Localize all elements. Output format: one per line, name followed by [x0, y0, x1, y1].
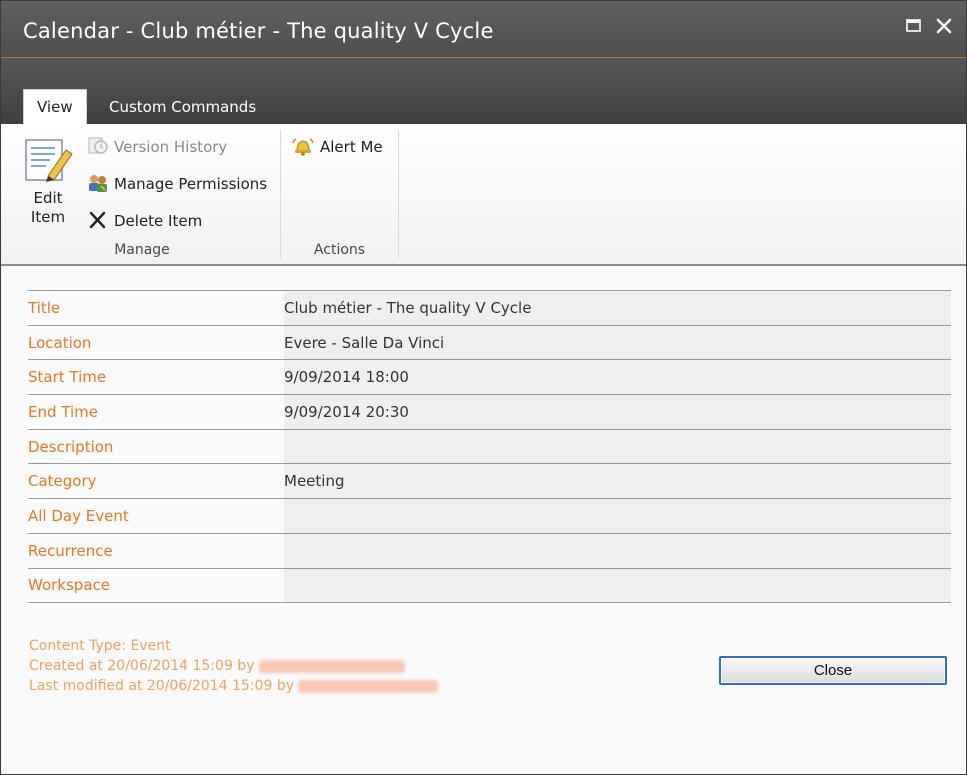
close-icon[interactable] [935, 17, 953, 35]
table-row: Category Meeting [28, 463, 951, 500]
ribbon: Edit Item Version History Manage Permiss… [1, 124, 966, 266]
item-dialog: Calendar - Club métier - The quality V C… [0, 0, 967, 775]
table-row: Title Club métier - The quality V Cycle [28, 290, 951, 326]
manage-permissions-button[interactable]: Manage Permissions [87, 173, 267, 195]
field-value [284, 498, 951, 534]
table-row: Description [28, 429, 951, 465]
field-label: End Time [28, 394, 284, 430]
field-label: Description [28, 429, 284, 465]
maximize-icon[interactable] [905, 17, 923, 35]
redacted-editor [298, 679, 439, 693]
manage-permissions-icon [89, 174, 107, 192]
table-row: Recurrence [28, 533, 951, 569]
edit-item-button[interactable]: Edit Item [19, 136, 77, 226]
field-value: Club métier - The quality V Cycle [284, 290, 951, 326]
delete-icon [89, 211, 106, 228]
field-value: 9/09/2014 20:30 [284, 394, 951, 430]
field-label: Title [28, 290, 284, 326]
ribbon-tab-bar: View Custom Commands [1, 58, 966, 124]
table-row: Location Evere - Salle Da Vinci [28, 325, 951, 361]
edit-item-label-line2: Item [30, 208, 66, 226]
field-label: Category [28, 463, 284, 500]
field-value: Meeting [284, 463, 951, 500]
edit-item-icon [25, 139, 73, 182]
properties-table: Title Club métier - The quality V Cycle … [28, 290, 951, 604]
created-text: Created at 20/06/2014 15:09 by [29, 658, 255, 674]
field-value [284, 533, 951, 569]
field-value [284, 568, 951, 604]
item-properties-panel: Title Club métier - The quality V Cycle … [1, 266, 966, 774]
bell-icon [292, 137, 314, 156]
dialog-title: Calendar - Club métier - The quality V C… [23, 19, 494, 43]
field-value: 9/09/2014 18:00 [284, 359, 951, 396]
field-label: All Day Event [28, 498, 284, 534]
tab-view[interactable]: View [23, 89, 87, 124]
alert-me-button[interactable]: Alert Me [291, 136, 383, 158]
table-row: Workspace [28, 568, 951, 604]
modified-line: Last modified at 20/06/2014 15:09 by [29, 676, 439, 696]
item-metadata: Content Type: Event Created at 20/06/201… [29, 636, 439, 696]
version-history-icon [88, 137, 108, 154]
field-label: Start Time [28, 359, 284, 396]
group-divider [398, 130, 399, 258]
field-value: Evere - Salle Da Vinci [284, 325, 951, 361]
table-row: All Day Event [28, 498, 951, 534]
field-label: Recurrence [28, 533, 284, 569]
alert-me-label: Alert Me [320, 138, 383, 156]
version-history-label: Version History [114, 138, 228, 156]
delete-item-button[interactable]: Delete Item [87, 210, 202, 232]
actions-group-label: Actions [313, 242, 366, 258]
dialog-title-bar: Calendar - Club métier - The quality V C… [1, 1, 966, 58]
field-value [284, 429, 951, 465]
version-history-button[interactable]: Version History [87, 136, 227, 158]
manage-group-label: Manage [114, 242, 170, 258]
table-row: End Time 9/09/2014 20:30 [28, 394, 951, 430]
group-divider [280, 130, 281, 258]
tab-custom-commands[interactable]: Custom Commands [96, 90, 269, 124]
edit-item-label-line1: Edit [33, 189, 63, 207]
delete-item-label: Delete Item [114, 212, 203, 230]
table-row: Start Time 9/09/2014 18:00 [28, 359, 951, 396]
field-label: Workspace [28, 568, 284, 604]
modified-text: Last modified at 20/06/2014 15:09 by [29, 678, 294, 694]
created-line: Created at 20/06/2014 15:09 by [29, 656, 438, 676]
manage-permissions-label: Manage Permissions [114, 175, 268, 193]
field-label: Location [28, 325, 284, 361]
redacted-author [258, 659, 405, 673]
close-button[interactable]: Close [719, 656, 947, 685]
content-type-text: Content Type: Event [29, 638, 171, 654]
